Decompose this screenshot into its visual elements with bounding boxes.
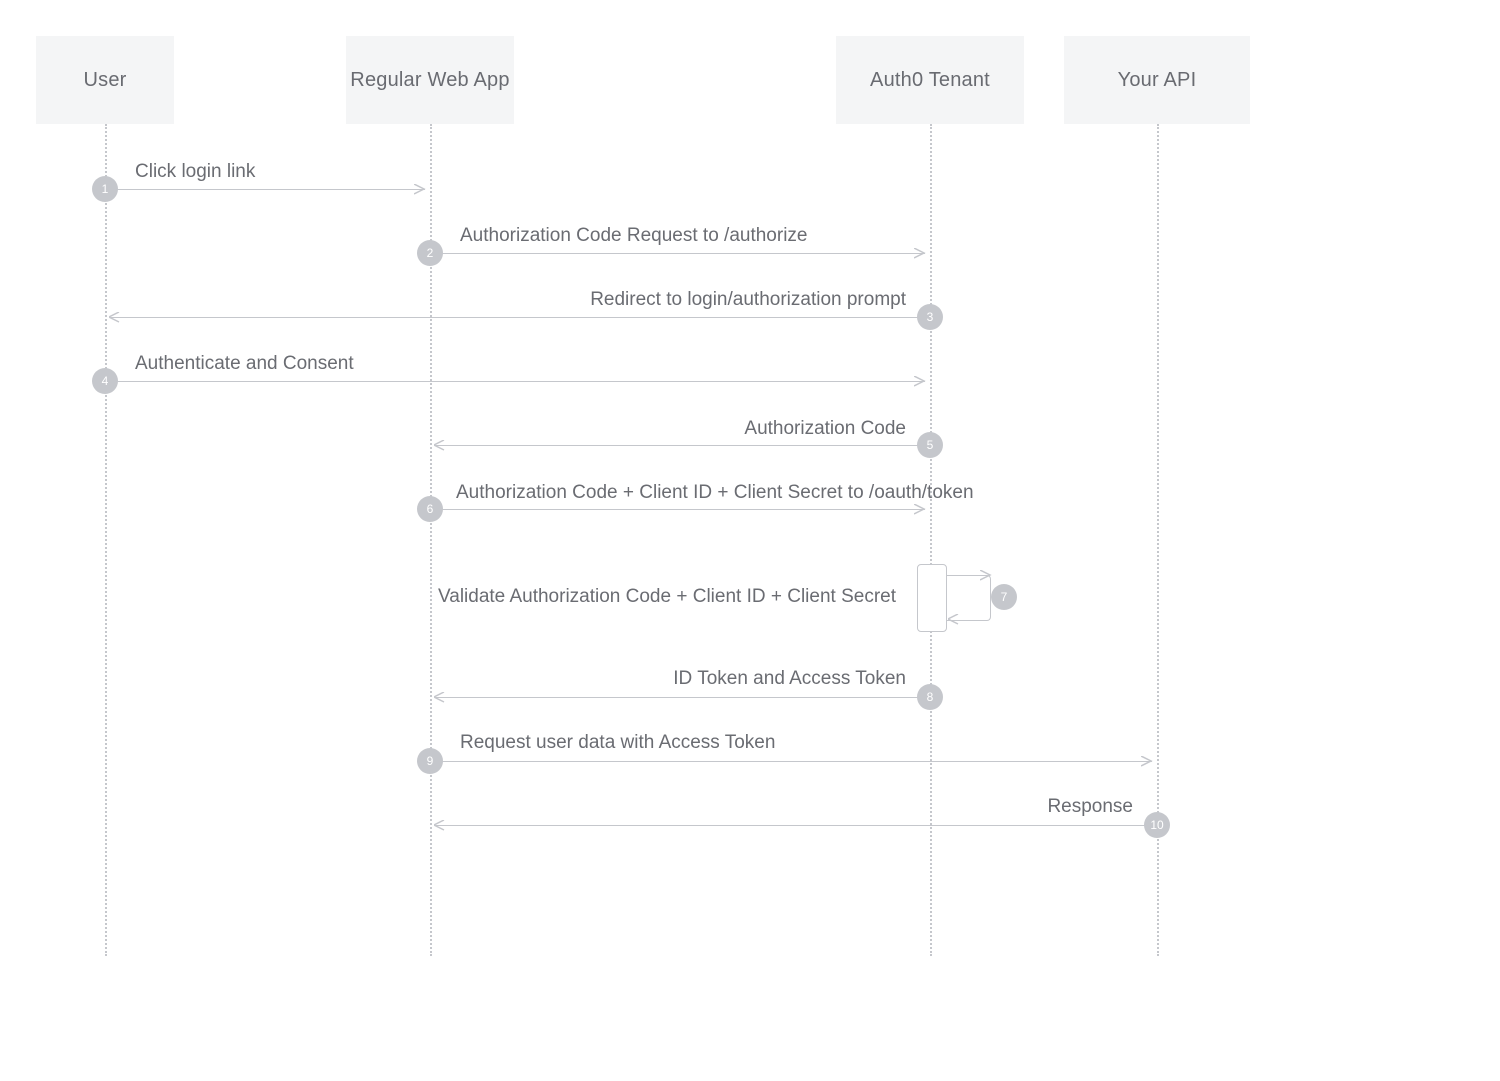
step-8-arrow (435, 697, 920, 698)
actor-user: User (36, 36, 174, 124)
step-10-badge: 10 (1144, 812, 1170, 838)
step-7-badge: 7 (991, 584, 1017, 610)
step-3-arrow (110, 317, 920, 318)
step-1-label: Click login link (135, 161, 255, 184)
step-4-badge: 4 (92, 368, 118, 394)
step-4-arrow (115, 381, 925, 382)
step-5-arrow (435, 445, 920, 446)
step-5-label: Authorization Code (744, 418, 906, 441)
lifeline-user (105, 124, 107, 956)
step-6-arrow (440, 509, 925, 510)
step-6-badge: 6 (417, 496, 443, 522)
step-9-arrow (440, 761, 1152, 762)
step-4-label: Authenticate and Consent (135, 353, 354, 376)
step-2-badge: 2 (417, 240, 443, 266)
step-1-badge: 1 (92, 176, 118, 202)
actor-app: Regular Web App (346, 36, 514, 124)
step-8-label: ID Token and Access Token (673, 668, 906, 691)
step-9-label: Request user data with Access Token (460, 732, 775, 755)
lifeline-tenant (930, 124, 932, 956)
actor-tenant: Auth0 Tenant (836, 36, 1024, 124)
step-2-label: Authorization Code Request to /authorize (460, 225, 808, 248)
step-1-arrow (115, 189, 425, 190)
step-7-arrowhead-in (948, 614, 960, 626)
step-6-label: Authorization Code + Client ID + Client … (456, 482, 974, 505)
step-8-badge: 8 (917, 684, 943, 710)
step-7-label: Validate Authorization Code + Client ID … (438, 586, 896, 609)
step-3-label: Redirect to login/authorization prompt (590, 289, 906, 312)
step-2-arrow (440, 253, 925, 254)
step-9-badge: 9 (417, 748, 443, 774)
step-10-arrow (435, 825, 1147, 826)
step-3-badge: 3 (917, 304, 943, 330)
step-10-label: Response (1047, 796, 1133, 819)
step-7-activation (917, 564, 947, 632)
step-5-badge: 5 (917, 432, 943, 458)
step-7-arrowhead-out (980, 570, 992, 582)
actor-api: Your API (1064, 36, 1250, 124)
